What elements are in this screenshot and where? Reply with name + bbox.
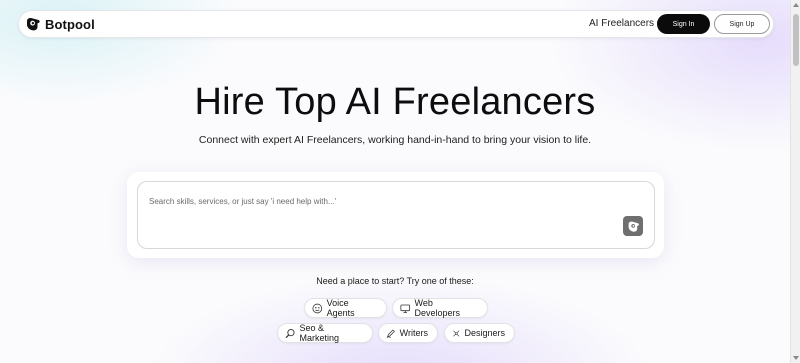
chip-label: Web Developers	[414, 298, 461, 318]
chip-seo-marketing[interactable]: Seo & Marketing	[277, 323, 373, 343]
chip-label: Writers	[399, 328, 428, 338]
navbar: Botpool AI Freelancers Sign In Sign Up	[18, 10, 774, 38]
search-box[interactable]	[137, 181, 655, 249]
voice-agent-icon	[312, 303, 323, 313]
chip-voice-agents[interactable]: Voice Agents	[304, 298, 387, 318]
hero-subtitle: Connect with expert AI Freelancers, work…	[198, 134, 592, 146]
vertical-scrollbar[interactable]	[790, 0, 800, 363]
chip-label: Voice Agents	[326, 298, 355, 318]
brand-logo-link[interactable]: Botpool	[25, 16, 95, 32]
search-input[interactable]	[149, 194, 569, 208]
page: Botpool AI Freelancers Sign In Sign Up H…	[0, 0, 790, 363]
chip-web-developers[interactable]: Web Developers	[392, 298, 488, 318]
sign-in-button[interactable]: Sign In	[657, 14, 710, 34]
scrollbar-thumb[interactable]	[793, 14, 799, 66]
brand-name: Botpool	[45, 16, 95, 32]
scroll-down-arrow-icon[interactable]	[793, 356, 799, 360]
chip-label: Designers	[464, 328, 505, 338]
chip-writers[interactable]: Writers	[378, 323, 438, 343]
send-button[interactable]	[623, 216, 643, 236]
sign-up-button[interactable]: Sign Up	[714, 14, 770, 34]
pen-icon	[386, 328, 395, 338]
design-tools-icon	[453, 329, 460, 337]
ai-freelancers-dropdown[interactable]: AI Freelancers	[589, 18, 664, 29]
suggestions-label: Need a place to start? Try one of these:	[316, 276, 474, 286]
scroll-up-arrow-icon[interactable]	[793, 3, 799, 7]
hero-title: Hire Top AI Freelancers	[194, 81, 596, 123]
magnifier-icon	[285, 328, 295, 338]
chip-designers[interactable]: Designers	[444, 323, 515, 343]
monitor-icon	[400, 304, 411, 313]
dropdown-label: AI Freelancers	[589, 18, 655, 29]
botpool-logo-icon	[27, 17, 40, 31]
chip-label: Seo & Marketing	[299, 323, 340, 343]
botpool-send-icon	[628, 221, 639, 232]
search-card	[127, 172, 664, 258]
